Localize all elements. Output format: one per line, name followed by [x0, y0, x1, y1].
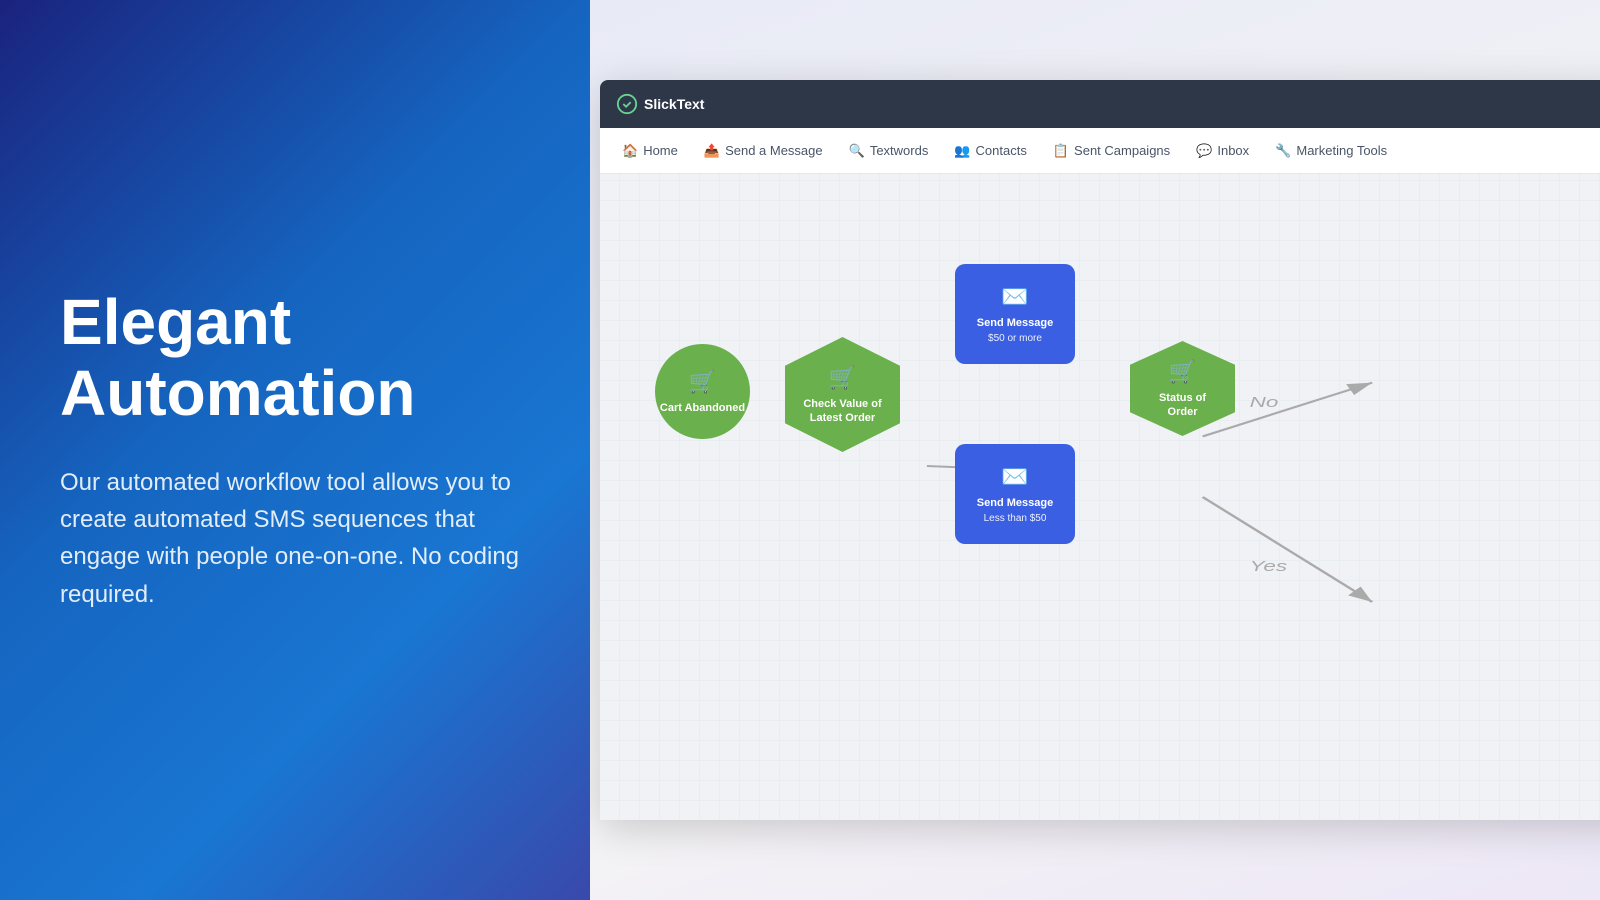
inbox-icon: 💬 [1196, 143, 1212, 159]
send-top-icon: ✉️ [1001, 283, 1028, 312]
node-cart-abandoned[interactable]: 🛒 Cart Abandoned [655, 344, 750, 439]
brand-name: SlickText [644, 96, 704, 112]
home-icon: 🏠 [622, 143, 638, 159]
brand-logo: SlickText [616, 93, 704, 115]
check-label: Check Value ofLatest Order [803, 397, 881, 426]
campaigns-icon: 📋 [1053, 143, 1069, 159]
node-check-value[interactable]: 🛒 Check Value ofLatest Order [785, 337, 900, 452]
nav-contacts-label: Contacts [976, 143, 1027, 158]
headline-line2: Automation [60, 357, 416, 429]
nav-campaigns-label: Sent Campaigns [1074, 143, 1170, 158]
description: Our automated workflow tool allows you t… [60, 464, 530, 613]
status-icon: 🛒 [1169, 358, 1196, 387]
workflow-arrows-svg: No Yes [600, 174, 1600, 820]
send-bottom-icon: ✉️ [1001, 463, 1028, 492]
nav-send-message[interactable]: 📤 Send a Message [692, 137, 835, 165]
nav-marketing-label: Marketing Tools [1296, 143, 1387, 158]
textwords-icon: 🔍 [849, 143, 865, 159]
slicktext-logo-icon [616, 93, 638, 115]
browser-content: No Yes 🛒 Cart Abandoned 🛒 Check Value of… [600, 174, 1600, 820]
nav-contacts[interactable]: 👥 Contacts [942, 137, 1039, 165]
contacts-icon: 👥 [954, 143, 970, 159]
send-icon: 📤 [704, 143, 720, 159]
nav-inbox-label: Inbox [1217, 143, 1249, 158]
send-top-sublabel: $50 or more [988, 332, 1042, 345]
cart-icon: 🛒 [689, 368, 716, 397]
nav-textwords[interactable]: 🔍 Textwords [837, 137, 941, 165]
check-icon: 🛒 [829, 364, 856, 393]
svg-text:Yes: Yes [1250, 559, 1288, 575]
nav-textwords-label: Textwords [870, 143, 929, 158]
nav-home[interactable]: 🏠 Home [610, 137, 690, 165]
nav-inbox[interactable]: 💬 Inbox [1184, 137, 1261, 165]
browser-window: SlickText ? 🔔 D 🏠 Home 📤 Send a Message … [600, 80, 1600, 820]
nav-sent-campaigns[interactable]: 📋 Sent Campaigns [1041, 137, 1182, 165]
nav-marketing[interactable]: 🔧 Marketing Tools [1263, 137, 1399, 165]
right-panel: SlickText ? 🔔 D 🏠 Home 📤 Send a Message … [590, 0, 1600, 900]
cart-label: Cart Abandoned [660, 401, 745, 415]
nav-send-label: Send a Message [725, 143, 823, 158]
send-bottom-label: Send Message [977, 496, 1053, 510]
left-panel: Elegant Automation Our automated workflo… [0, 0, 590, 900]
headline-line1: Elegant [60, 286, 291, 358]
status-label: Status ofOrder [1159, 391, 1206, 420]
workflow-canvas[interactable]: No Yes 🛒 Cart Abandoned 🛒 Check Value of… [600, 174, 1600, 820]
send-bottom-sublabel: Less than $50 [984, 512, 1047, 525]
nav-home-label: Home [643, 143, 678, 158]
marketing-icon: 🔧 [1275, 143, 1291, 159]
node-status-order[interactable]: 🛒 Status ofOrder [1130, 341, 1235, 436]
send-top-label: Send Message [977, 316, 1053, 330]
browser-navbar: 🏠 Home 📤 Send a Message 🔍 Textwords 👥 Co… [600, 128, 1600, 174]
headline: Elegant Automation [60, 287, 530, 428]
node-send-message-bottom[interactable]: ✉️ Send Message Less than $50 [955, 444, 1075, 544]
browser-topbar: SlickText ? 🔔 D [600, 80, 1600, 128]
svg-text:No: No [1250, 394, 1279, 410]
node-send-message-top[interactable]: ✉️ Send Message $50 or more [955, 264, 1075, 364]
